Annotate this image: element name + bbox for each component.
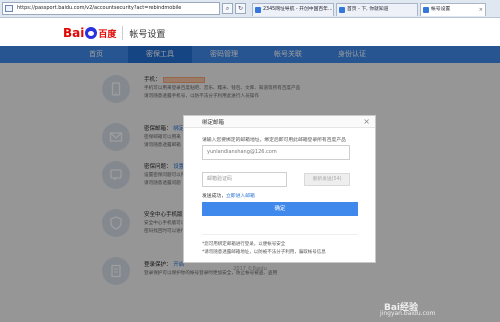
send-success-text: 发送成功，: [202, 194, 226, 199]
browser-toolbar: https://passport.baidu.com/v2/accountsec…: [0, 0, 500, 18]
dialog-note: *您可用绑定邮箱进行登录，以便帐号安全: [202, 242, 286, 247]
logo-bai-text: Bai: [63, 26, 85, 40]
close-icon[interactable]: ×: [363, 117, 370, 126]
divider: [122, 26, 124, 40]
address-url: https://passport.baidu.com/v2/accountsec…: [17, 5, 182, 11]
page-title: 帐号设置: [129, 29, 166, 40]
dialog-divider: [202, 234, 358, 235]
send-status: 发送成功，立即进入邮箱: [202, 192, 255, 199]
tab-label: 首页 - 下, 你就知道: [347, 7, 389, 12]
tab-favicon-icon: [339, 7, 345, 13]
watermark-url: jingyan.baidu.com: [380, 310, 436, 317]
confirm-button[interactable]: 确定: [202, 202, 358, 216]
logo-du-text: 百度: [98, 29, 117, 40]
tab-baidu-home[interactable]: 首页 - 下, 你就知道: [336, 3, 418, 16]
email-input[interactable]: yunlandianshang@126.com: [202, 145, 350, 160]
resend-code-button[interactable]: 重新发送(54): [304, 173, 350, 186]
address-bar[interactable]: https://passport.baidu.com/v2/accountsec…: [2, 2, 220, 15]
tab-label: 帐号设置: [431, 7, 451, 12]
refresh-icon[interactable]: ↻: [235, 3, 246, 14]
dialog-tip: 请输入您要绑定的邮箱地址，绑定后即可用此邮箱登录所有百度产品: [202, 138, 346, 143]
page-icon: [5, 5, 13, 12]
tab-label: 2345网址导航 - 开创中国百年...: [263, 7, 333, 12]
tab-2345[interactable]: 2345网址导航 - 开创中国百年...: [252, 3, 334, 16]
bind-email-dialog: 绑定邮箱 × 请输入您要绑定的邮箱地址，绑定后即可用此邮箱登录所有百度产品 yu…: [183, 115, 376, 263]
open-mailbox-link[interactable]: 立即进入邮箱: [226, 194, 255, 199]
verification-code-input[interactable]: 邮箱验证码: [202, 172, 287, 187]
tab-favicon-icon: [423, 7, 429, 13]
close-tab-icon[interactable]: ×: [479, 4, 483, 16]
dialog-note: *请勿随意透露邮箱地址，以防被不法分子利用，骗取帐号信息: [202, 250, 326, 255]
search-icon[interactable]: ⌕: [222, 3, 233, 14]
paw-icon: [85, 27, 98, 39]
tab-favicon-icon: [255, 7, 261, 13]
baidu-logo[interactable]: Bai 百度 帐号设置: [63, 25, 165, 41]
tab-account-settings[interactable]: 帐号设置 ×: [420, 3, 486, 16]
dialog-title: 绑定邮箱: [202, 120, 225, 126]
